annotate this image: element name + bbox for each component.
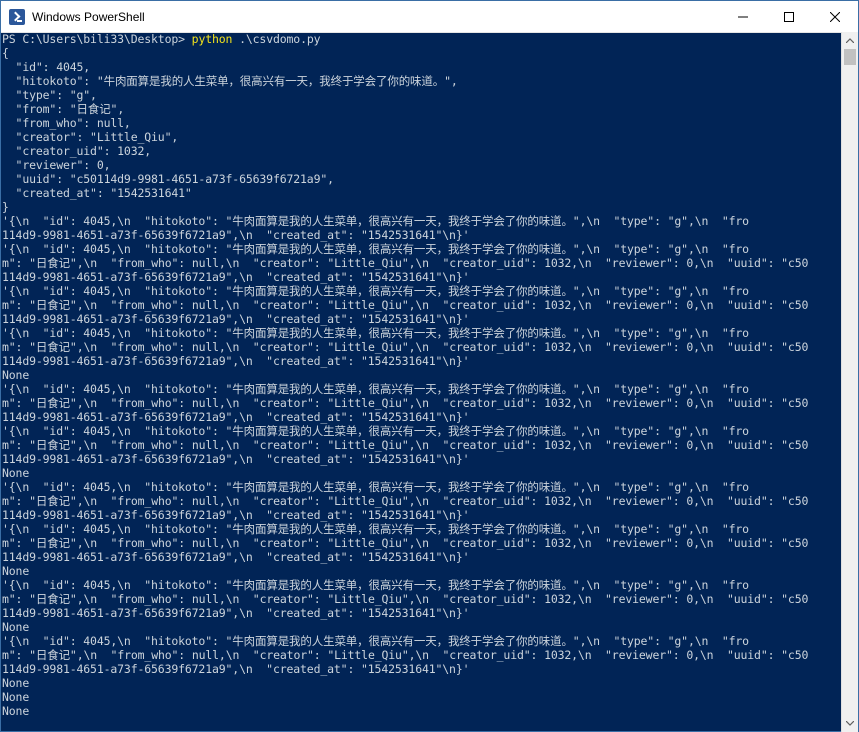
output-line: 114d9-9981-4651-a73f-65639f6721a9",\n "c…: [2, 410, 470, 424]
command-args: .\csvdomo.py: [232, 32, 321, 46]
output-line: m": "日食记",\n "from_who": null,\n "creato…: [2, 298, 809, 312]
output-line: "from": "日食记",: [2, 102, 125, 116]
output-line: 114d9-9981-4651-a73f-65639f6721a9",\n "c…: [2, 228, 470, 242]
output-line: {: [2, 46, 9, 60]
output-line: "created_at": "1542531641": [2, 186, 192, 200]
title-bar[interactable]: Windows PowerShell: [1, 1, 858, 33]
output-line: 114d9-9981-4651-a73f-65639f6721a9",\n "c…: [2, 662, 470, 676]
output-line: '{\n "id": 4045,\n "hitokoto": "牛肉面算是我的人…: [2, 326, 749, 340]
close-icon: [830, 11, 840, 22]
output-line: '{\n "id": 4045,\n "hitokoto": "牛肉面算是我的人…: [2, 634, 749, 648]
output-line: None: [2, 676, 30, 690]
output-line: '{\n "id": 4045,\n "hitokoto": "牛肉面算是我的人…: [2, 578, 749, 592]
output-line: 114d9-9981-4651-a73f-65639f6721a9",\n "c…: [2, 508, 470, 522]
minimize-button[interactable]: [720, 1, 766, 32]
output-line: None: [2, 620, 30, 634]
output-line: "creator_uid": 1032,: [2, 144, 152, 158]
close-button[interactable]: [812, 1, 858, 32]
output-line: None: [2, 368, 30, 382]
minimize-icon: [738, 16, 748, 17]
output-line: "creator": "Little_Qiu",: [2, 130, 179, 144]
output-line: m": "日食记",\n "from_who": null,\n "creato…: [2, 396, 809, 410]
output-line: None: [2, 690, 30, 704]
chevron-up-icon: [846, 38, 854, 43]
output-line: m": "日食记",\n "from_who": null,\n "creato…: [2, 648, 809, 662]
output-line: '{\n "id": 4045,\n "hitokoto": "牛肉面算是我的人…: [2, 480, 749, 494]
output-line: m": "日食记",\n "from_who": null,\n "creato…: [2, 256, 809, 270]
prompt-path: PS C:\Users\bili33\Desktop>: [2, 32, 192, 46]
scroll-thumb[interactable]: [844, 49, 856, 65]
window-controls: [720, 1, 858, 32]
maximize-button[interactable]: [766, 1, 812, 32]
output-line: '{\n "id": 4045,\n "hitokoto": "牛肉面算是我的人…: [2, 424, 749, 438]
output-line: "from_who": null,: [2, 116, 131, 130]
output-line: "uuid": "c50114d9-9981-4651-a73f-65639f6…: [2, 172, 335, 186]
output-line: 114d9-9981-4651-a73f-65639f6721a9",\n "c…: [2, 606, 470, 620]
output-line: "type": "g",: [2, 88, 97, 102]
output-line: "hitokoto": "牛肉面算是我的人生菜单，很高兴有一天，我终于学会了你的…: [2, 74, 458, 88]
powershell-window: Windows PowerShell PS C:\Users\bili33\De…: [0, 0, 859, 732]
output-line: None: [2, 704, 30, 718]
command-name: python: [191, 32, 233, 46]
powershell-icon[interactable]: [9, 8, 25, 25]
output-line: m": "日食记",\n "from_who": null,\n "creato…: [2, 494, 809, 508]
output-line: '{\n "id": 4045,\n "hitokoto": "牛肉面算是我的人…: [2, 214, 749, 228]
output-line: '{\n "id": 4045,\n "hitokoto": "牛肉面算是我的人…: [2, 522, 749, 536]
output-line: m": "日食记",\n "from_who": null,\n "creato…: [2, 536, 809, 550]
output-line: m": "日食记",\n "from_who": null,\n "creato…: [2, 340, 809, 354]
output-line: None: [2, 466, 30, 480]
scroll-down-button[interactable]: [842, 715, 858, 732]
chevron-down-icon: [846, 721, 854, 726]
output-line: 114d9-9981-4651-a73f-65639f6721a9",\n "c…: [2, 354, 470, 368]
vertical-scrollbar[interactable]: [841, 32, 858, 732]
output-lines: { "id": 4045, "hitokoto": "牛肉面算是我的人生菜单，很…: [2, 46, 842, 718]
maximize-icon: [784, 11, 794, 22]
terminal-output[interactable]: PS C:\Users\bili33\Desktop> python .\csv…: [1, 32, 842, 732]
output-line: "reviewer": 0,: [2, 158, 111, 172]
output-line: 114d9-9981-4651-a73f-65639f6721a9",\n "c…: [2, 270, 470, 284]
output-line: '{\n "id": 4045,\n "hitokoto": "牛肉面算是我的人…: [2, 242, 749, 256]
window-title: Windows PowerShell: [32, 9, 145, 24]
output-line: m": "日食记",\n "from_who": null,\n "creato…: [2, 592, 809, 606]
scroll-up-button[interactable]: [842, 32, 858, 49]
output-line: "id": 4045,: [2, 60, 91, 74]
prompt-line: PS C:\Users\bili33\Desktop> python .\csv…: [2, 32, 842, 46]
output-line: '{\n "id": 4045,\n "hitokoto": "牛肉面算是我的人…: [2, 284, 749, 298]
output-line: 114d9-9981-4651-a73f-65639f6721a9",\n "c…: [2, 452, 470, 466]
output-line: '{\n "id": 4045,\n "hitokoto": "牛肉面算是我的人…: [2, 382, 749, 396]
output-line: 114d9-9981-4651-a73f-65639f6721a9",\n "c…: [2, 312, 470, 326]
output-line: }: [2, 200, 9, 214]
output-line: None: [2, 564, 30, 578]
output-line: m": "日食记",\n "from_who": null,\n "creato…: [2, 438, 809, 452]
output-line: 114d9-9981-4651-a73f-65639f6721a9",\n "c…: [2, 550, 470, 564]
